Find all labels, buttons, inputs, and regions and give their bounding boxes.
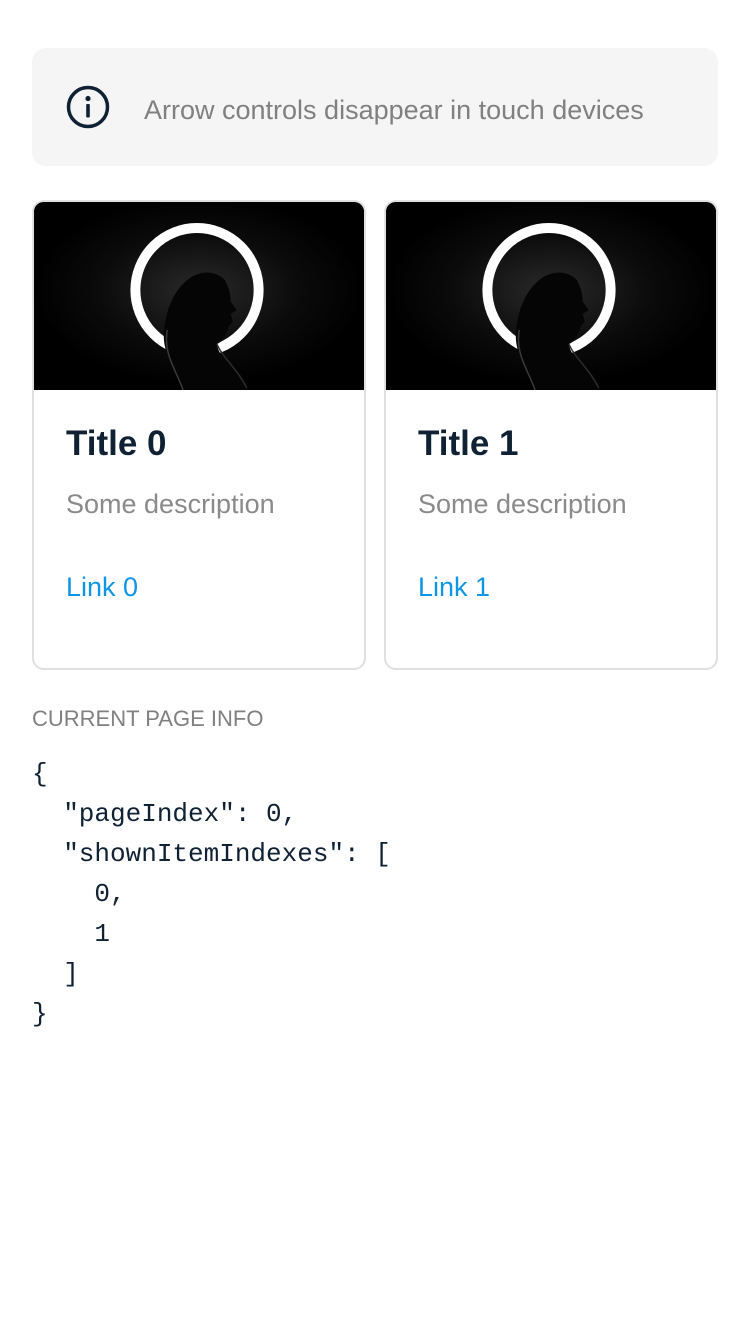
info-alert-text: Arrow controls disappear in touch device… xyxy=(144,94,644,125)
card-description: Some description xyxy=(66,489,275,519)
card-image xyxy=(34,202,364,390)
card-image xyxy=(386,202,716,390)
card-carousel[interactable]: Title 0 Some description Link 0 Title 1 … xyxy=(32,200,718,670)
card: Title 1 Some description Link 1 xyxy=(384,200,718,670)
card-link[interactable]: Link 1 xyxy=(418,574,490,601)
card-description: Some description xyxy=(418,489,627,519)
page: Arrow controls disappear in touch device… xyxy=(0,0,750,1334)
page-info-label: CURRENT PAGE INFO xyxy=(32,706,264,731)
card-body: Title 1 Some description Link 1 xyxy=(386,390,716,601)
card: Title 0 Some description Link 0 xyxy=(32,200,366,670)
info-icon xyxy=(66,85,110,129)
card-link[interactable]: Link 0 xyxy=(66,574,138,601)
info-alert: Arrow controls disappear in touch device… xyxy=(32,48,718,166)
card-title: Title 1 xyxy=(418,424,519,463)
card-body: Title 0 Some description Link 0 xyxy=(34,390,364,601)
card-title: Title 0 xyxy=(66,424,167,463)
page-info-json: { "pageIndex": 0, "shownItemIndexes": [ … xyxy=(32,759,391,1029)
